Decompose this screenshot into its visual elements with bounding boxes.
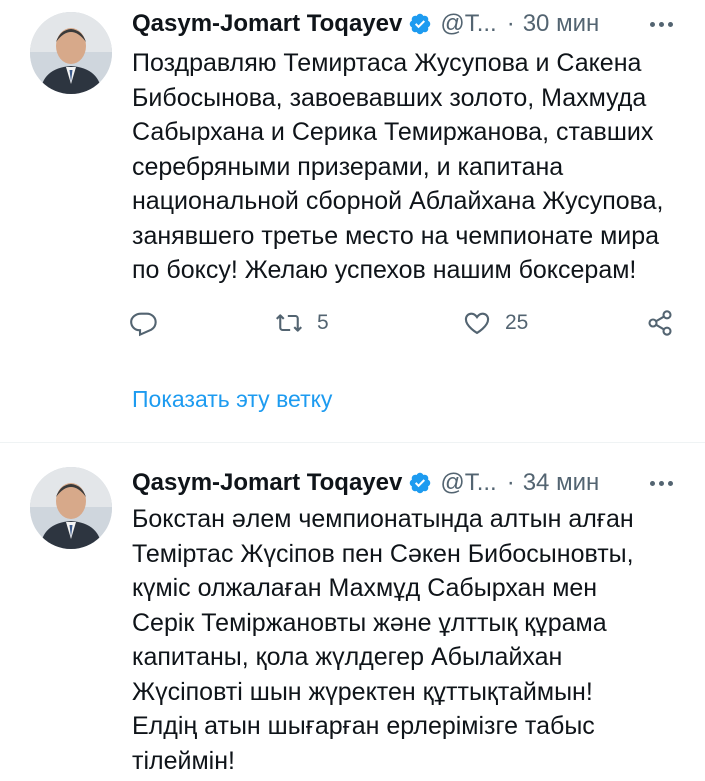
- share-icon: [648, 310, 672, 336]
- verified-badge-icon: [410, 13, 431, 35]
- share-button[interactable]: [646, 303, 674, 343]
- avatar-image: [30, 467, 112, 549]
- avatar-image: [30, 12, 112, 94]
- tweet-header: Qasym-Jomart Toqayev @T... · 34 мин: [132, 465, 599, 501]
- avatar[interactable]: [30, 467, 112, 549]
- verified-badge-icon: [410, 472, 431, 494]
- tweet-actions: 5 25: [130, 303, 690, 343]
- tweet-header: Qasym-Jomart Toqayev @T... · 30 мин: [132, 6, 599, 42]
- tweet-2[interactable]: Qasym-Jomart Toqayev @T... · 34 мин Бокс…: [0, 443, 705, 781]
- author-handle[interactable]: @T...: [440, 469, 496, 497]
- like-button[interactable]: 25: [463, 303, 528, 343]
- like-icon: [464, 312, 490, 335]
- reply-icon: [130, 312, 157, 337]
- timestamp[interactable]: 34 мин: [523, 469, 600, 497]
- timestamp[interactable]: 30 мин: [523, 10, 600, 38]
- show-thread-link[interactable]: Показать эту ветку: [132, 386, 332, 413]
- retweet-icon: [276, 314, 302, 332]
- retweet-count: 5: [317, 311, 329, 334]
- author-name[interactable]: Qasym-Jomart Toqayev: [132, 469, 402, 497]
- separator: ·: [506, 10, 515, 37]
- avatar[interactable]: [30, 12, 112, 94]
- retweet-button[interactable]: 5: [275, 303, 329, 343]
- tweet-text: Поздравляю Темиртаса Жусупова и Сакена Б…: [132, 49, 664, 284]
- more-icon[interactable]: [650, 465, 673, 501]
- like-count: 25: [505, 311, 529, 334]
- reply-button[interactable]: [130, 303, 158, 343]
- tweet-1[interactable]: Qasym-Jomart Toqayev @T... · 30 мин Позд…: [0, 0, 705, 442]
- author-name[interactable]: Qasym-Jomart Toqayev: [132, 10, 402, 38]
- separator: ·: [506, 469, 515, 496]
- tweet-text: Бокстан әлем чемпионатында алтын алған Т…: [132, 505, 634, 775]
- more-icon[interactable]: [650, 6, 673, 42]
- author-handle[interactable]: @T...: [440, 10, 496, 38]
